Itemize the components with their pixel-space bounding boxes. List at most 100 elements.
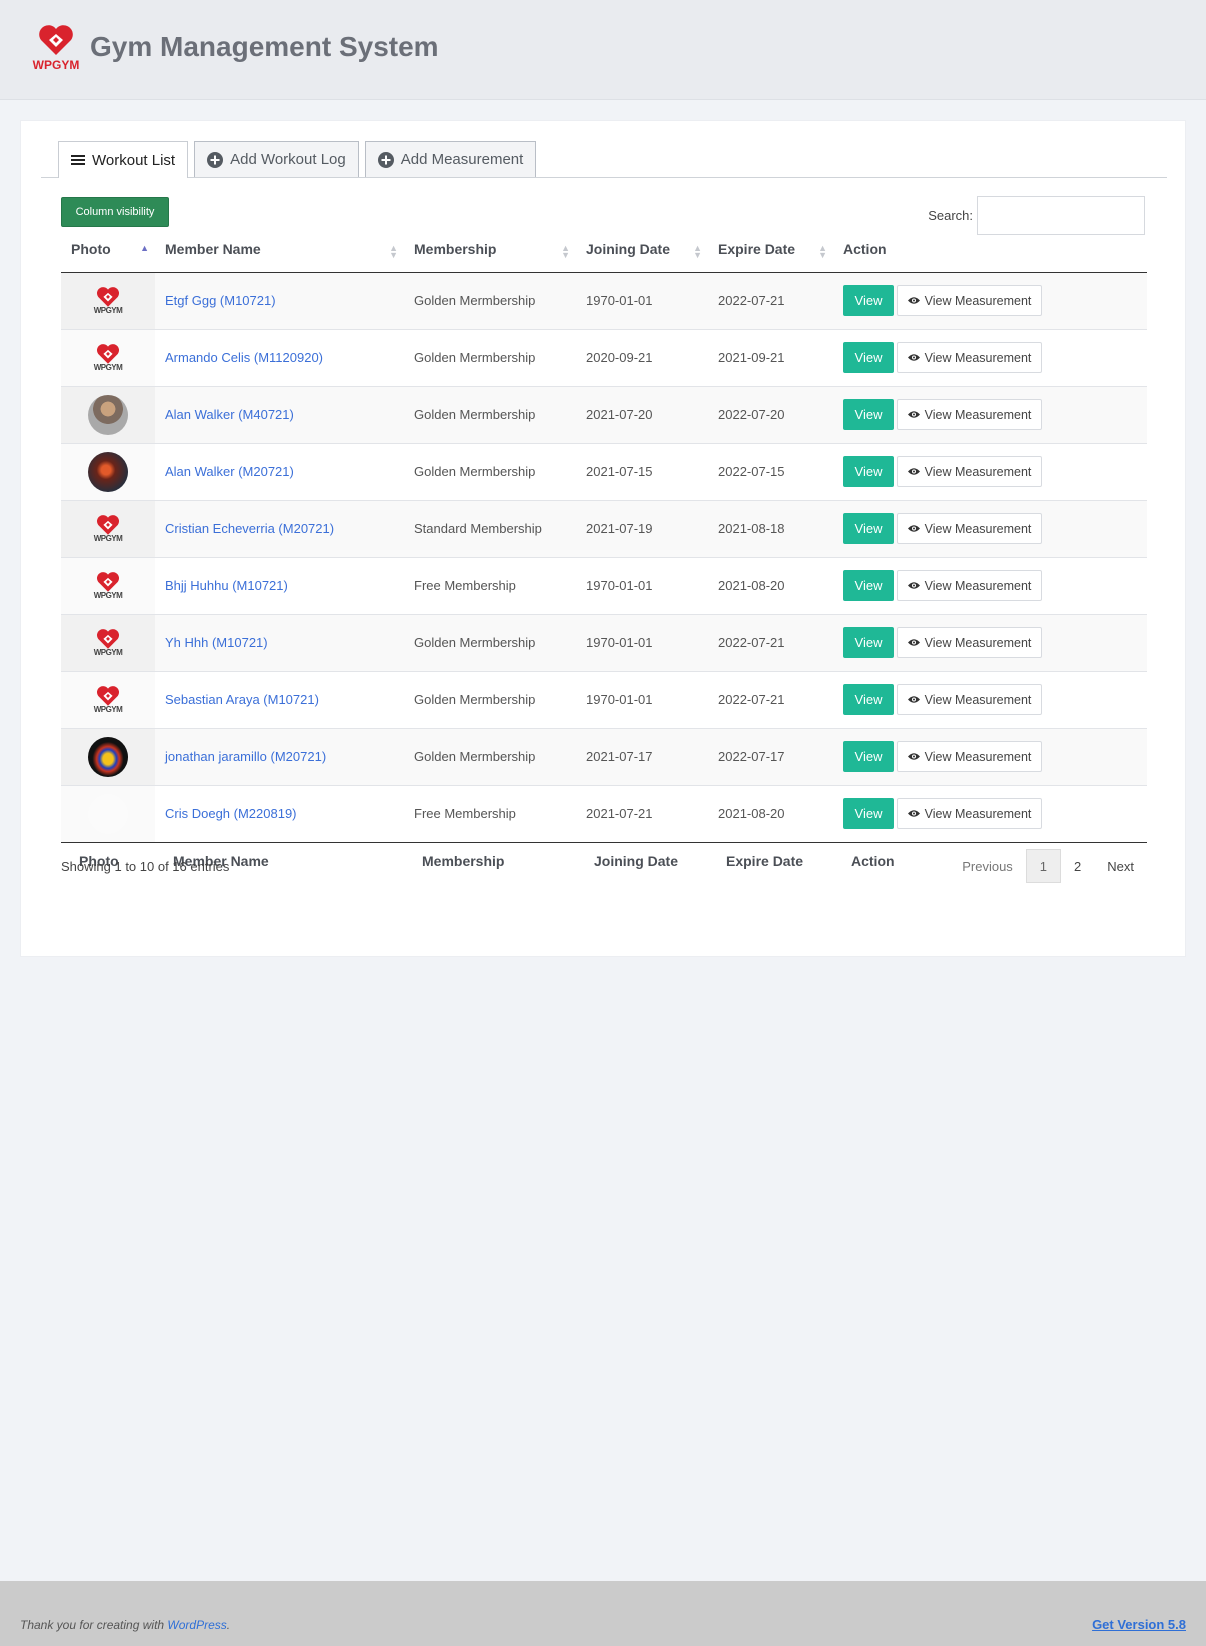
tab-bar: Workout List Add Workout Log Add Measure… [41,141,1167,178]
column-header-label: Expire Date [718,241,796,257]
logo-text: WPGYM [93,362,123,372]
member-name-cell: Yh Hhh (M10721) [155,613,404,671]
action-cell: View View Measurement [833,271,1147,329]
column-header-member-name[interactable]: Member Name ▲ ▼ [155,241,404,273]
member-link[interactable]: Cristian Echeverria (M20721) [165,521,334,536]
expire-date-cell: 2022-07-21 [708,271,833,329]
member-link[interactable]: Sebastian Araya (M10721) [165,692,319,707]
view-measurement-button[interactable]: View Measurement [897,684,1042,715]
view-button[interactable]: View [843,627,894,658]
view-measurement-label: View Measurement [924,578,1032,593]
view-measurement-button[interactable]: View Measurement [897,399,1042,430]
member-link[interactable]: Cris Doegh (M220819) [165,806,297,821]
view-measurement-button[interactable]: View Measurement [897,456,1042,487]
column-header-joining-date[interactable]: Joining Date ▲ ▼ [576,241,708,273]
wordpress-link[interactable]: WordPress [167,1618,226,1632]
heart-logo-icon [96,514,120,535]
view-measurement-button[interactable]: View Measurement [897,627,1042,658]
action-cell: View View Measurement [833,556,1147,614]
search-input[interactable] [977,196,1145,235]
table-row: WPGYM Armando Celis (M1120920) Golden Merm… [61,328,1147,386]
joining-date-cell: 1970-01-01 [576,271,708,329]
footer-joining-date: Joining Date [576,841,708,880]
action-cell: View View Measurement [833,442,1147,500]
pagination: Previous 1 2 Next [949,849,1147,883]
member-link[interactable]: Bhjj Huhhu (M10721) [165,578,288,593]
member-link[interactable]: jonathan jaramillo (M20721) [165,749,326,764]
next-page-button[interactable]: Next [1094,849,1147,883]
view-button[interactable]: View [843,684,894,715]
joining-date-cell: 1970-01-01 [576,670,708,728]
joining-date-cell: 2021-07-21 [576,784,708,842]
view-button[interactable]: View [843,399,894,430]
action-cell: View View Measurement [833,784,1147,842]
eye-icon [907,296,920,305]
membership-cell: Golden Mermbership [404,727,576,785]
expire-date-cell: 2022-07-17 [708,727,833,785]
table-row: Cris Doegh (M220819) Free Membership 2021-… [61,784,1147,842]
view-button[interactable]: View [843,342,894,373]
action-cell: View View Measurement [833,385,1147,443]
wpgym-avatar-logo: WPGYM [93,343,123,372]
member-name-cell: Cristian Echeverria (M20721) [155,499,404,557]
page-1-button[interactable]: 1 [1025,849,1062,883]
view-button[interactable]: View [843,570,894,601]
get-version-link[interactable]: Get Version 5.8 [1092,1617,1186,1632]
view-button[interactable]: View [843,285,894,316]
footer-thanks-suffix: . [226,1617,231,1632]
sort-asc-icon: ▲ [140,243,149,253]
view-measurement-button[interactable]: View Measurement [897,285,1042,316]
view-measurement-button[interactable]: View Measurement [897,570,1042,601]
wpgym-avatar-logo: WPGYM [94,685,123,714]
member-name-cell: Etgf Ggg (M10721) [155,271,404,329]
footer-membership: Membership [404,841,576,880]
tab-add-workout-log[interactable]: Add Workout Log [194,141,359,177]
view-button[interactable]: View [843,741,894,772]
table-row: WPGYM Etgf Ggg (M10721) Golden Mermbership… [61,271,1147,329]
member-link[interactable]: Alan Walker (M20721) [165,464,294,479]
column-header-membership[interactable]: Membership ▲ ▼ [404,241,576,273]
view-measurement-button[interactable]: View Measurement [897,798,1042,829]
page-2-button[interactable]: 2 [1061,849,1094,883]
wpgym-logo[interactable]: WPGYM [30,24,82,75]
expire-date-cell: 2021-09-21 [708,328,833,386]
table-info: Showing 1 to 10 of 16 entries [61,859,230,874]
column-visibility-button[interactable]: Column visibility [61,197,169,227]
sort-icon: ▲ ▼ [389,243,398,260]
eye-icon [907,353,920,362]
member-link[interactable]: Armando Celis (M1120920) [165,350,323,365]
sort-icon: ▲ ▼ [561,243,570,260]
action-cell: View View Measurement [833,328,1147,386]
view-measurement-label: View Measurement [924,407,1032,422]
column-header-label: Joining Date [586,241,671,257]
view-button[interactable]: View [843,513,894,544]
member-name-cell: Armando Celis (M1120920) [155,328,404,386]
column-header-expire-date[interactable]: Expire Date ▲ ▼ [708,241,833,273]
view-measurement-button[interactable]: View Measurement [897,741,1042,772]
eye-icon [907,410,920,419]
view-button[interactable]: View [843,798,894,829]
workout-panel: Workout List Add Workout Log Add Measure… [20,120,1186,957]
member-link[interactable]: Alan Walker (M40721) [165,407,294,422]
tab-label: Add Measurement [400,151,524,168]
expire-date-cell: 2022-07-15 [708,442,833,500]
tab-add-measurement[interactable]: Add Measurement [364,141,537,177]
heart-logo-icon [96,685,120,706]
member-link[interactable]: Yh Hhh (M10721) [165,635,268,650]
view-measurement-button[interactable]: View Measurement [897,513,1042,544]
view-button[interactable]: View [843,456,894,487]
photo-cell [61,385,155,443]
column-header-photo[interactable]: Photo ▲ [61,241,155,273]
search-box: Search: [928,196,1145,235]
heart-logo-icon [96,628,120,649]
previous-page-button[interactable]: Previous [949,849,1026,883]
tab-workout-list[interactable]: Workout List [58,141,189,178]
view-measurement-label: View Measurement [924,464,1032,479]
joining-date-cell: 1970-01-01 [576,556,708,614]
view-measurement-button[interactable]: View Measurement [897,342,1042,373]
membership-cell: Golden Mermbership [404,442,576,500]
member-link[interactable]: Etgf Ggg (M10721) [165,293,276,308]
eye-icon [907,752,920,761]
membership-cell: Golden Mermbership [404,670,576,728]
search-label: Search: [928,208,973,223]
